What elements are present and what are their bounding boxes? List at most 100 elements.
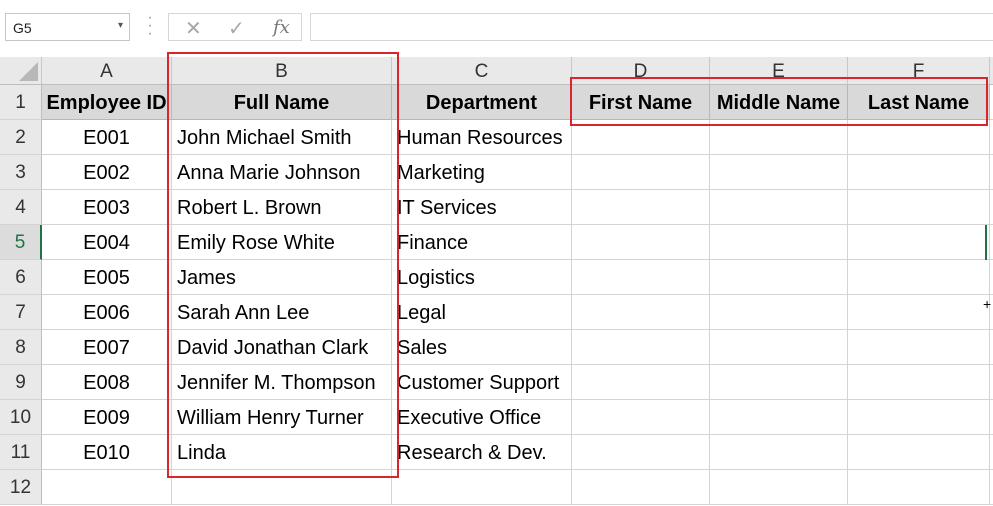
cell-e6[interactable] — [710, 260, 848, 295]
cell-d3[interactable] — [572, 155, 710, 190]
cancel-icon[interactable]: ✕ — [185, 16, 202, 41]
cell-c12[interactable] — [392, 470, 572, 505]
cell-b10[interactable]: William Henry Turner — [172, 400, 392, 435]
header-cell-b[interactable]: Full Name — [172, 85, 392, 120]
cell-b3[interactable]: Anna Marie Johnson — [172, 155, 392, 190]
cell-a8[interactable]: E007 — [42, 330, 172, 365]
cell-e12[interactable] — [710, 470, 848, 505]
cell-d11[interactable] — [572, 435, 710, 470]
cell-b4[interactable]: Robert L. Brown — [172, 190, 392, 225]
cell-c8[interactable]: Sales — [392, 330, 572, 365]
row-header-7[interactable]: 7 — [0, 295, 42, 330]
cell-a2[interactable]: E001 — [42, 120, 172, 155]
cell-f4[interactable] — [848, 190, 990, 225]
cell-d9[interactable] — [572, 365, 710, 400]
cell-d6[interactable] — [572, 260, 710, 295]
row-header-5[interactable]: 5 — [0, 225, 42, 260]
cell-d8[interactable] — [572, 330, 710, 365]
cell-e2[interactable] — [710, 120, 848, 155]
cell-f8[interactable] — [848, 330, 990, 365]
cell-b8[interactable]: David Jonathan Clark — [172, 330, 392, 365]
cell-f12[interactable] — [848, 470, 990, 505]
column-header-b[interactable]: B — [172, 57, 392, 85]
row-header-11[interactable]: 11 — [0, 435, 42, 470]
row-header-1[interactable]: 1 — [0, 85, 42, 120]
formula-buttons: ✕ ✓ fx — [168, 13, 302, 41]
cell-b6[interactable]: James — [172, 260, 392, 295]
cell-b9[interactable]: Jennifer M. Thompson — [172, 365, 392, 400]
cell-c4[interactable]: IT Services — [392, 190, 572, 225]
cell-b7[interactable]: Sarah Ann Lee — [172, 295, 392, 330]
cell-b2[interactable]: John Michael Smith — [172, 120, 392, 155]
cell-f6[interactable] — [848, 260, 990, 295]
cell-f3[interactable] — [848, 155, 990, 190]
header-cell-e[interactable]: Middle Name — [710, 85, 848, 120]
cell-f11[interactable] — [848, 435, 990, 470]
cell-c7[interactable]: Legal — [392, 295, 572, 330]
row-header-8[interactable]: 8 — [0, 330, 42, 365]
header-cell-c[interactable]: Department — [392, 85, 572, 120]
name-box[interactable]: G5 ▾ — [5, 13, 130, 41]
cell-c3[interactable]: Marketing — [392, 155, 572, 190]
chevron-down-icon[interactable]: ▾ — [118, 20, 123, 31]
cell-a3[interactable]: E002 — [42, 155, 172, 190]
header-cell-a[interactable]: Employee ID — [42, 85, 172, 120]
cell-c10[interactable]: Executive Office — [392, 400, 572, 435]
cell-a6[interactable]: E005 — [42, 260, 172, 295]
cell-c6[interactable]: Logistics — [392, 260, 572, 295]
row-header-4[interactable]: 4 — [0, 190, 42, 225]
header-cell-d[interactable]: First Name — [572, 85, 710, 120]
cell-e4[interactable] — [710, 190, 848, 225]
cell-a12[interactable] — [42, 470, 172, 505]
cell-c2[interactable]: Human Resources — [392, 120, 572, 155]
cell-d12[interactable] — [572, 470, 710, 505]
cell-f5[interactable] — [848, 225, 990, 260]
row-header-3[interactable]: 3 — [0, 155, 42, 190]
cell-c11[interactable]: Research & Dev. — [392, 435, 572, 470]
cell-f7[interactable] — [848, 295, 990, 330]
cell-a10[interactable]: E009 — [42, 400, 172, 435]
row-header-9[interactable]: 9 — [0, 365, 42, 400]
column-header-c[interactable]: C — [392, 57, 572, 85]
cell-f9[interactable] — [848, 365, 990, 400]
header-cell-f[interactable]: Last Name — [848, 85, 990, 120]
cell-b5[interactable]: Emily Rose White — [172, 225, 392, 260]
cell-e7[interactable] — [710, 295, 848, 330]
cell-b11[interactable]: Linda — [172, 435, 392, 470]
formula-bar: G5 ▾ · · · ✕ ✓ fx — [0, 0, 993, 52]
select-all-corner[interactable] — [0, 57, 42, 85]
cell-c9[interactable]: Customer Support — [392, 365, 572, 400]
row-header-2[interactable]: 2 — [0, 120, 42, 155]
cell-a11[interactable]: E010 — [42, 435, 172, 470]
column-header-a[interactable]: A — [42, 57, 172, 85]
cell-f2[interactable] — [848, 120, 990, 155]
formula-input[interactable] — [310, 13, 993, 41]
column-header-d[interactable]: D — [572, 57, 710, 85]
row-header-6[interactable]: 6 — [0, 260, 42, 295]
cell-d7[interactable] — [572, 295, 710, 330]
cell-d10[interactable] — [572, 400, 710, 435]
cell-a5[interactable]: E004 — [42, 225, 172, 260]
cell-b12[interactable] — [172, 470, 392, 505]
cell-f10[interactable] — [848, 400, 990, 435]
cell-d2[interactable] — [572, 120, 710, 155]
cell-d4[interactable] — [572, 190, 710, 225]
cell-e9[interactable] — [710, 365, 848, 400]
cell-e10[interactable] — [710, 400, 848, 435]
row-header-12[interactable]: 12 — [0, 470, 42, 505]
row-header-10[interactable]: 10 — [0, 400, 42, 435]
column-header-e[interactable]: E — [710, 57, 848, 85]
cell-e3[interactable] — [710, 155, 848, 190]
drag-handle-icon[interactable]: · · · — [147, 10, 153, 42]
cell-e5[interactable] — [710, 225, 848, 260]
enter-icon[interactable]: ✓ — [228, 16, 245, 41]
cell-e11[interactable] — [710, 435, 848, 470]
column-header-f[interactable]: F — [848, 57, 990, 85]
cell-a9[interactable]: E008 — [42, 365, 172, 400]
insert-function-icon[interactable]: fx — [273, 17, 290, 38]
cell-d5[interactable] — [572, 225, 710, 260]
cell-a4[interactable]: E003 — [42, 190, 172, 225]
cell-a7[interactable]: E006 — [42, 295, 172, 330]
cell-c5[interactable]: Finance — [392, 225, 572, 260]
cell-e8[interactable] — [710, 330, 848, 365]
